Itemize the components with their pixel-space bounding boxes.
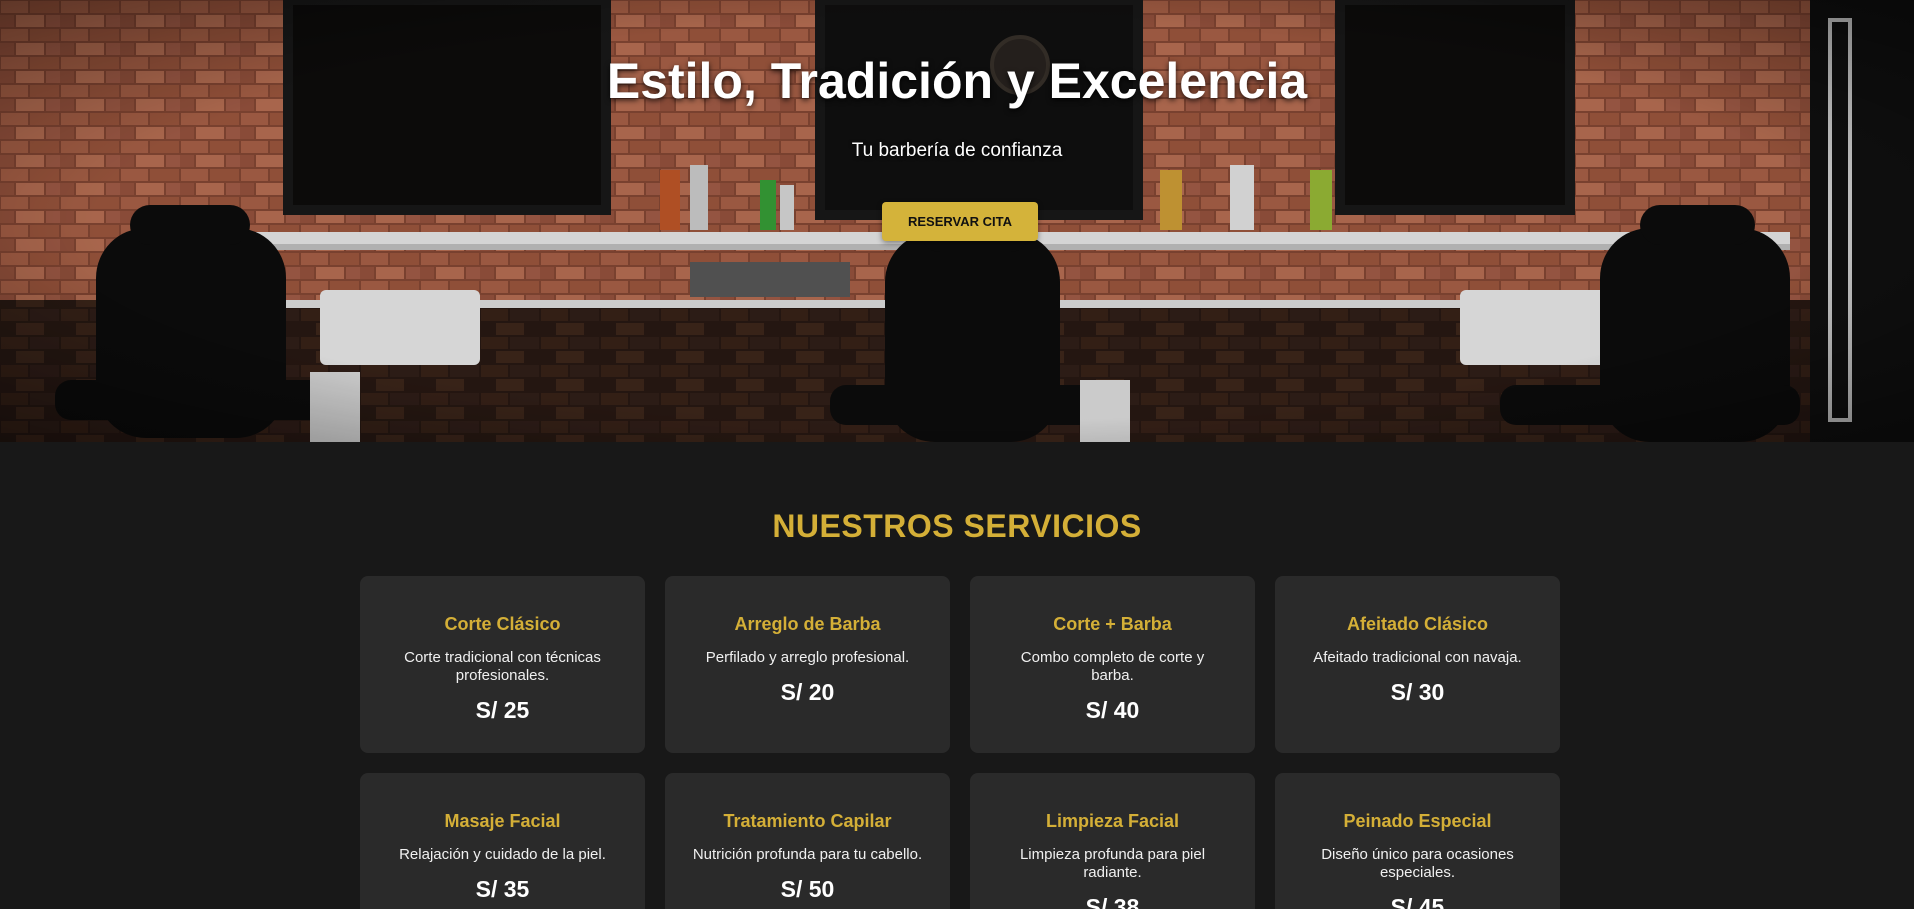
- service-description: Diseño único para ocasiones especiales.: [1321, 846, 1514, 881]
- services-grid: Corte Clásico Corte tradicional con técn…: [360, 576, 1560, 909]
- hero-section: Estilo, Tradición y Excelencia Tu barber…: [0, 0, 1914, 442]
- service-description: Limpieza profunda para piel radiante.: [1019, 846, 1206, 881]
- service-card: Arreglo de Barba Perfilado y arreglo pro…: [665, 576, 950, 753]
- service-card: Afeitado Clásico Afeitado tradicional co…: [1275, 576, 1560, 753]
- service-price: S/ 45: [1390, 894, 1445, 909]
- book-appointment-button[interactable]: RESERVAR CITA: [882, 202, 1038, 241]
- service-description: Afeitado tradicional con navaja.: [1313, 649, 1522, 666]
- hero-title: Estilo, Tradición y Excelencia: [606, 53, 1308, 109]
- service-price: S/ 20: [780, 679, 835, 705]
- service-description: Nutrición profunda para tu cabello.: [692, 846, 923, 863]
- services-heading: NUESTROS SERVICIOS: [772, 508, 1142, 544]
- service-name: Corte Clásico: [444, 614, 561, 634]
- service-price: S/ 30: [1390, 679, 1445, 705]
- service-card: Corte + Barba Combo completo de corte y …: [970, 576, 1255, 753]
- service-price: S/ 40: [1085, 697, 1140, 723]
- service-price: S/ 35: [475, 876, 530, 902]
- service-name: Afeitado Clásico: [1346, 614, 1489, 634]
- service-price: S/ 50: [780, 876, 835, 902]
- service-description: Combo completo de corte y barba.: [1020, 649, 1205, 684]
- service-price: S/ 25: [475, 697, 530, 723]
- service-name: Corte + Barba: [1053, 614, 1172, 634]
- service-card: Peinado Especial Diseño único para ocasi…: [1275, 773, 1560, 909]
- service-name: Arreglo de Barba: [734, 614, 881, 634]
- service-name: Masaje Facial: [444, 811, 561, 831]
- service-card: Tratamiento Capilar Nutrición profunda p…: [665, 773, 950, 909]
- service-card: Corte Clásico Corte tradicional con técn…: [360, 576, 645, 753]
- service-name: Tratamiento Capilar: [723, 811, 892, 831]
- service-description: Relajación y cuidado de la piel.: [399, 846, 606, 863]
- hero-subtitle: Tu barbería de confianza: [851, 140, 1063, 161]
- services-section: NUESTROS SERVICIOS Corte Clásico Corte t…: [0, 442, 1914, 909]
- service-description: Corte tradicional con técnicas profesion…: [404, 649, 601, 684]
- service-card: Limpieza Facial Limpieza profunda para p…: [970, 773, 1255, 909]
- service-card: Masaje Facial Relajación y cuidado de la…: [360, 773, 645, 909]
- service-name: Limpieza Facial: [1045, 811, 1180, 831]
- service-name: Peinado Especial: [1343, 811, 1492, 831]
- service-description: Perfilado y arreglo profesional.: [705, 649, 910, 666]
- service-price: S/ 38: [1085, 894, 1140, 909]
